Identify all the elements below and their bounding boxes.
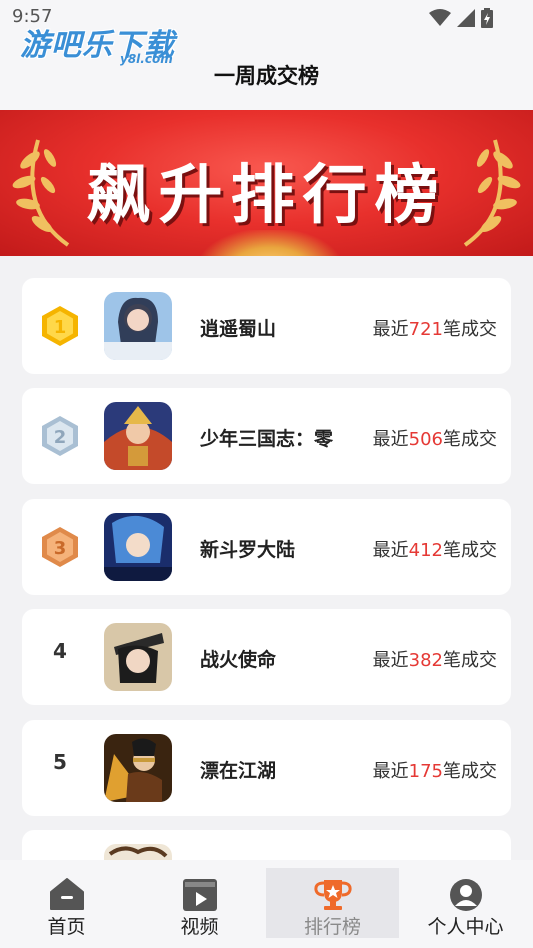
tab-label: 视频	[180, 916, 219, 938]
ranking-list: 1 逍遥蜀山 最近721笔成交 2 少年三国志：零 最近506笔成交 3 新斗罗…	[0, 256, 533, 860]
ranking-item[interactable]: 1 逍遥蜀山 最近721笔成交	[22, 278, 511, 374]
rank-number: 5	[53, 750, 67, 774]
game-icon	[104, 292, 172, 360]
watermark-sub: y8l.com	[120, 52, 173, 66]
trophy-icon	[313, 880, 352, 910]
tab-label: 首页	[47, 916, 86, 938]
game-icon	[104, 623, 172, 691]
deal-count: 最近412笔成交	[372, 540, 497, 561]
deal-count: 最近506笔成交	[372, 429, 497, 450]
wifi-icon	[429, 9, 451, 26]
ranking-item[interactable]	[22, 830, 511, 860]
banner-title: 飙升排行榜	[86, 159, 447, 233]
ranking-item[interactable]: 3 新斗罗大陆 最近412笔成交	[22, 499, 511, 595]
status-icons	[429, 8, 493, 28]
gold-rank-badge-icon: 1	[42, 306, 78, 346]
user-icon	[449, 879, 482, 911]
video-icon	[182, 879, 217, 911]
bronze-rank-badge-icon: 3	[42, 527, 78, 567]
ranking-item[interactable]: 5 漂在江湖 最近175笔成交	[22, 720, 511, 816]
tab-video[interactable]: 视频	[133, 868, 266, 938]
tab-home[interactable]: 首页	[0, 868, 133, 938]
tab-label: 个人中心	[427, 916, 504, 938]
game-icon	[104, 844, 172, 860]
ranking-item[interactable]: 4 战火使命 最近382笔成交	[22, 609, 511, 705]
watermark-logo: 游吧乐下载 y8l.com	[20, 20, 175, 66]
deal-count: 最近721笔成交	[372, 319, 497, 340]
deal-count: 最近175笔成交	[372, 761, 497, 782]
home-icon	[49, 878, 84, 910]
tab-label: 排行榜	[303, 916, 361, 938]
game-name: 战火使命	[200, 649, 277, 671]
silver-rank-badge-icon: 2	[42, 416, 78, 456]
game-name: 少年三国志：零	[200, 428, 334, 450]
rank-number: 2	[54, 427, 67, 448]
rank-number: 4	[53, 639, 67, 663]
signal-icon	[457, 9, 475, 27]
banner: 飙升排行榜	[0, 110, 533, 256]
battery-icon	[481, 8, 493, 28]
tab-profile[interactable]: 个人中心	[399, 868, 532, 938]
game-icon	[104, 513, 172, 581]
game-name: 新斗罗大陆	[200, 539, 296, 561]
game-name: 逍遥蜀山	[200, 318, 277, 340]
tab-ranking[interactable]: 排行榜	[266, 868, 399, 938]
rank-number: 1	[54, 317, 67, 338]
bottom-tab-bar: 首页 视频 排行榜 个人中心	[0, 860, 533, 948]
rank-number: 3	[54, 538, 67, 559]
ranking-item[interactable]: 2 少年三国志：零 最近506笔成交	[22, 388, 511, 484]
game-icon	[104, 734, 172, 802]
page-title: 一周成交榜	[214, 64, 319, 88]
game-name: 漂在江湖	[200, 760, 277, 782]
game-icon	[104, 402, 172, 470]
deal-count: 最近382笔成交	[372, 650, 497, 671]
